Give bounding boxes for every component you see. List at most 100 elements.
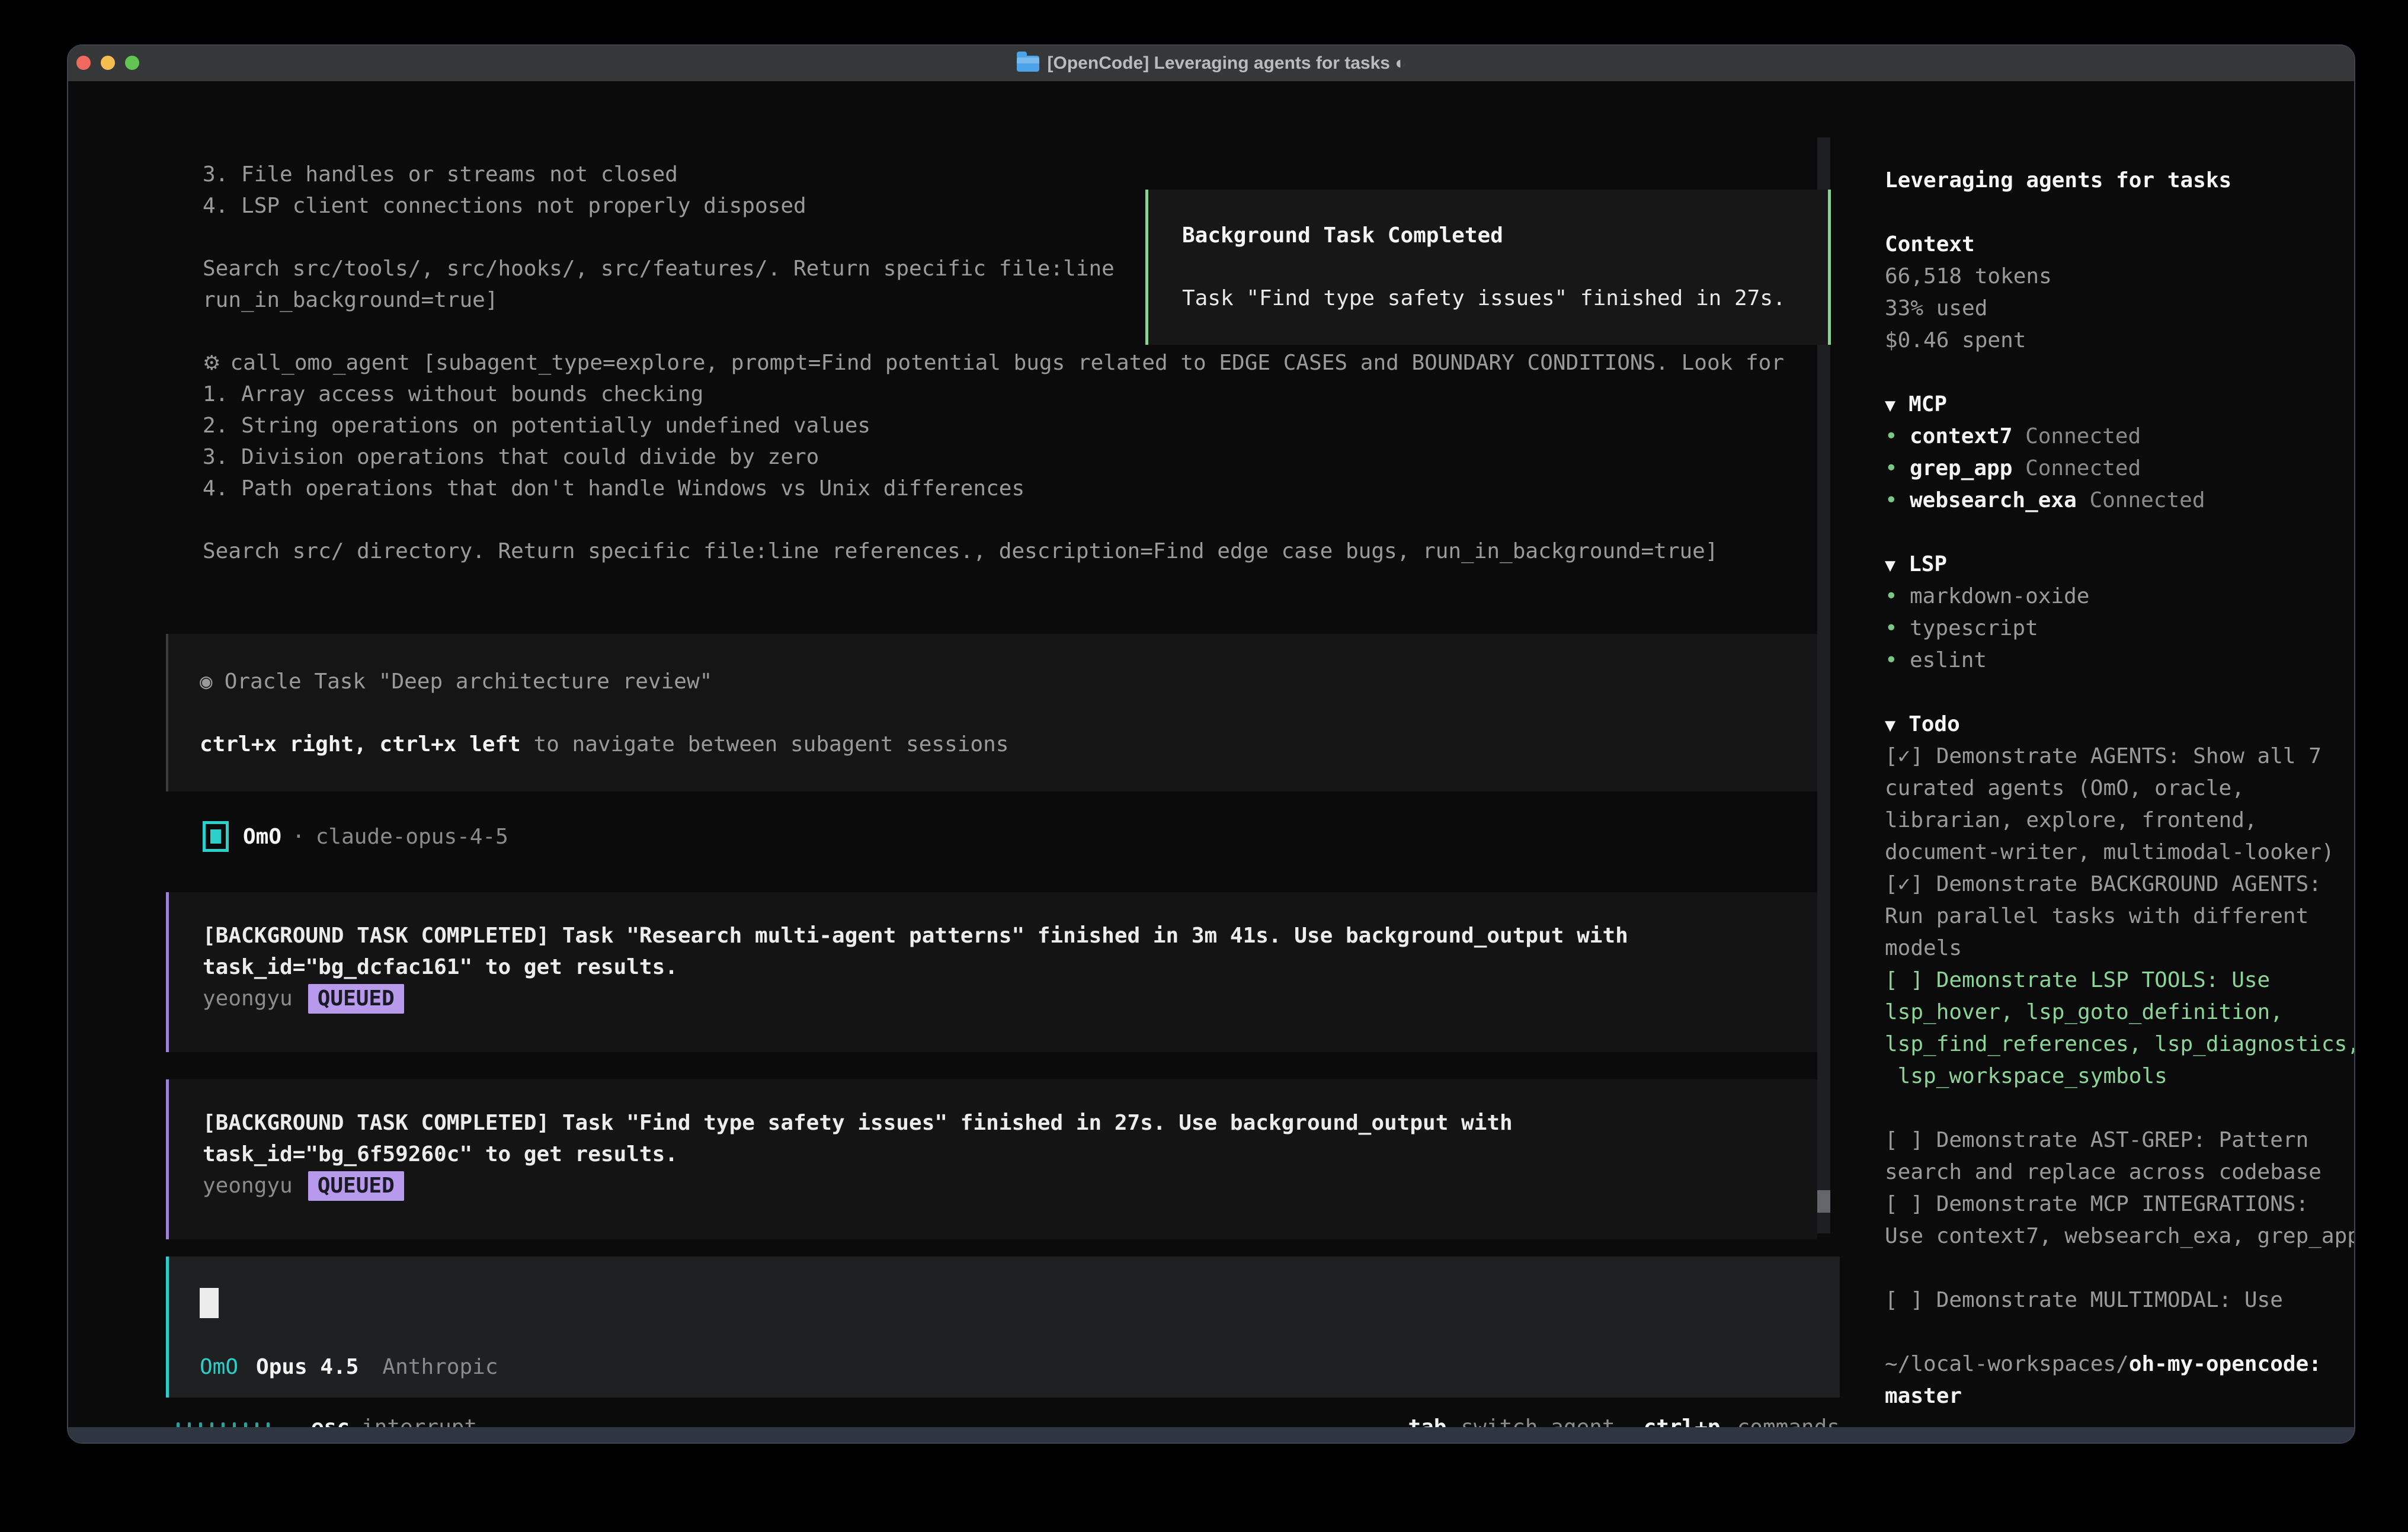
minimize-button[interactable]	[101, 56, 115, 70]
model-selector-row[interactable]: OmO Opus 4.5 Anthropic	[200, 1351, 498, 1383]
sidebar-title: Leveraging agents for tasks	[1885, 168, 2231, 193]
sidebar-line: •grep_app Connected	[1885, 453, 2355, 485]
task-message-line2: task_id="bg_6f59260c" to get results.	[203, 1139, 1817, 1170]
terminal-line-text: Search src/tools/, src/hooks/, src/featu…	[203, 257, 1115, 281]
terminal-line-text: 3. Division operations that could divide…	[203, 445, 819, 469]
lsp-name: markdown-oxide	[1910, 584, 2089, 608]
mcp-name: grep_app	[1910, 456, 2012, 480]
sidebar-text: document-writer, multimodal-looker)	[1885, 840, 2335, 864]
sidebar-line: curated agents (OmO, oracle,	[1885, 773, 2355, 805]
app-window: [OpenCode] Leveraging agents for tasks ◐…	[67, 44, 2355, 1444]
workspace-path-prefix: ~/local-workspaces/	[1885, 1352, 2129, 1376]
todo-active-text: lsp_find_references, lsp_diagnostics,	[1885, 1032, 2355, 1056]
sidebar-text: $0.46 spent	[1885, 328, 2026, 352]
main-scrollbar-thumb[interactable]	[1817, 1190, 1830, 1213]
notification-title: Background Task Completed	[1182, 220, 1828, 251]
sidebar-line	[1885, 677, 2355, 709]
section-label: MCP	[1909, 392, 1947, 416]
terminal-line: 1. Array access without bounds checking	[203, 379, 1802, 410]
sidebar-section-header[interactable]: ▼ LSP	[1885, 549, 2355, 581]
status-dot-icon: •	[1885, 453, 1910, 485]
terminal-line-text: Search src/ directory. Return specific f…	[203, 539, 1718, 563]
sidebar-line: •websearch_exa Connected	[1885, 485, 2355, 517]
oracle-title-line: ◉Oracle Task "Deep architecture review"	[200, 666, 1817, 697]
notification-toast[interactable]: Background Task Completed Task "Find typ…	[1145, 190, 1831, 345]
model-name: Opus 4.5	[256, 1351, 358, 1383]
status-dot-icon: •	[1885, 645, 1910, 677]
titlebar[interactable]: [OpenCode] Leveraging agents for tasks ◐	[68, 46, 2354, 81]
terminal-line: 2. String operations on potentially unde…	[203, 410, 1802, 441]
sidebar-line: lsp_hover, lsp_goto_definition,	[1885, 996, 2355, 1028]
sidebar-line	[1885, 1092, 2355, 1124]
agent-name: OmO	[243, 821, 281, 852]
desktop: [OpenCode] Leveraging agents for tasks ◐…	[0, 0, 2408, 1532]
sidebar-title: Context	[1885, 232, 1975, 257]
sidebar-line: [ ] Demonstrate MCP INTEGRATIONS:	[1885, 1188, 2355, 1220]
mcp-status: Connected	[2012, 456, 2141, 480]
sidebar-line: 33% used	[1885, 293, 2355, 325]
mcp-name: context7	[1910, 424, 2012, 448]
omo-agent-icon	[203, 821, 229, 852]
sidebar-text: Run parallel tasks with different	[1885, 904, 2308, 928]
terminal-line: Search src/ directory. Return specific f…	[203, 536, 1802, 567]
sidebar-text: Use context7, websearch_exa, grep_app	[1885, 1224, 2355, 1248]
agent-separator: ·	[292, 821, 305, 852]
sidebar-text: 33% used	[1885, 296, 1987, 320]
sidebar-line: Leveraging agents for tasks	[1885, 165, 2355, 197]
sidebar-text: 66,518 tokens	[1885, 264, 2052, 289]
model-agent: OmO	[200, 1351, 238, 1383]
sidebar-section-header[interactable]: ▼MCP	[1885, 389, 2355, 421]
status-dot-icon: •	[1885, 581, 1910, 613]
sidebar-line	[1885, 1316, 2355, 1348]
window-bottom-bar	[68, 1427, 2354, 1443]
section-label: LSP	[1909, 552, 1947, 576]
notification-gap	[1182, 251, 1828, 283]
task-meta-row: yeongyu QUEUED	[203, 1170, 1817, 1201]
oracle-task-panel: ◉Oracle Task "Deep architecture review" …	[166, 634, 1817, 791]
sidebar-line: [✓] Demonstrate AGENTS: Show all 7	[1885, 741, 2355, 773]
notification-body: Task "Find type safety issues" finished …	[1182, 283, 1828, 314]
sidebar-text: librarian, explore, frontend,	[1885, 808, 2258, 832]
mcp-status: Connected	[2077, 488, 2205, 512]
todo-active-text: lsp_workspace_symbols	[1885, 1064, 2167, 1088]
sidebar-line: $0.46 spent	[1885, 325, 2355, 357]
terminal-line-text: 1. Array access without bounds checking	[203, 382, 703, 406]
section-label: Todo	[1909, 712, 1960, 736]
sidebar-bold-text: master	[1885, 1384, 1962, 1408]
task-author: yeongyu	[203, 1170, 293, 1201]
background-task-card-1: [BACKGROUND TASK COMPLETED] Task "Resear…	[166, 892, 1817, 1052]
shortcut-hint: to navigate between subagent sessions	[521, 732, 1009, 757]
sidebar-line	[1885, 517, 2355, 549]
oracle-shortcut-line: ctrl+x right, ctrl+x left to navigate be…	[200, 729, 1817, 760]
sidebar-line: [ ] Demonstrate AST-GREP: Pattern	[1885, 1124, 2355, 1156]
status-dot-icon: •	[1885, 421, 1910, 453]
task-meta-row: yeongyu QUEUED	[203, 983, 1817, 1014]
terminal-line-text: 4. LSP client connections not properly d…	[203, 194, 806, 218]
oracle-gap	[200, 697, 1817, 729]
terminal-line: ⚙ call_omo_agent [subagent_type=explore, …	[203, 347, 1802, 379]
todo-active-text: [ ] Demonstrate LSP TOOLS: Use	[1885, 968, 2270, 992]
sidebar-line: Run parallel tasks with different	[1885, 900, 2355, 932]
gear-icon: ⚙	[203, 351, 220, 375]
sidebar-line: •markdown-oxide	[1885, 581, 2355, 613]
sidebar-text: [ ] Demonstrate MCP INTEGRATIONS:	[1885, 1192, 2308, 1216]
zoom-button[interactable]	[125, 56, 139, 70]
model-provider: Anthropic	[382, 1351, 498, 1383]
close-button[interactable]	[76, 56, 91, 70]
sidebar-text: [✓] Demonstrate BACKGROUND AGENTS:	[1885, 872, 2321, 896]
sidebar-line: •typescript	[1885, 613, 2355, 645]
prompt-input[interactable]: OmO Opus 4.5 Anthropic	[166, 1257, 1840, 1398]
terminal-line-text: 4. Path operations that don't handle Win…	[203, 476, 1024, 501]
chevron-down-icon: ▼	[1885, 555, 1895, 576]
task-author: yeongyu	[203, 983, 293, 1014]
terminal-line-text: call_omo_agent [subagent_type=explore, p…	[230, 351, 1784, 375]
sidebar-line: search and replace across codebase	[1885, 1156, 2355, 1188]
task-message-line1: [BACKGROUND TASK COMPLETED] Task "Find t…	[203, 1107, 1817, 1139]
terminal-line	[203, 504, 1802, 536]
sidebar-section-header[interactable]: ▼Todo	[1885, 709, 2355, 741]
background-task-card-2: [BACKGROUND TASK COMPLETED] Task "Find t…	[166, 1079, 1817, 1239]
oracle-title: Oracle Task "Deep architecture review"	[225, 669, 713, 694]
sidebar-line: models	[1885, 932, 2355, 964]
sidebar-text: [ ] Demonstrate AST-GREP: Pattern	[1885, 1128, 2308, 1152]
sidebar-text: [✓] Demonstrate AGENTS: Show all 7	[1885, 744, 2321, 768]
